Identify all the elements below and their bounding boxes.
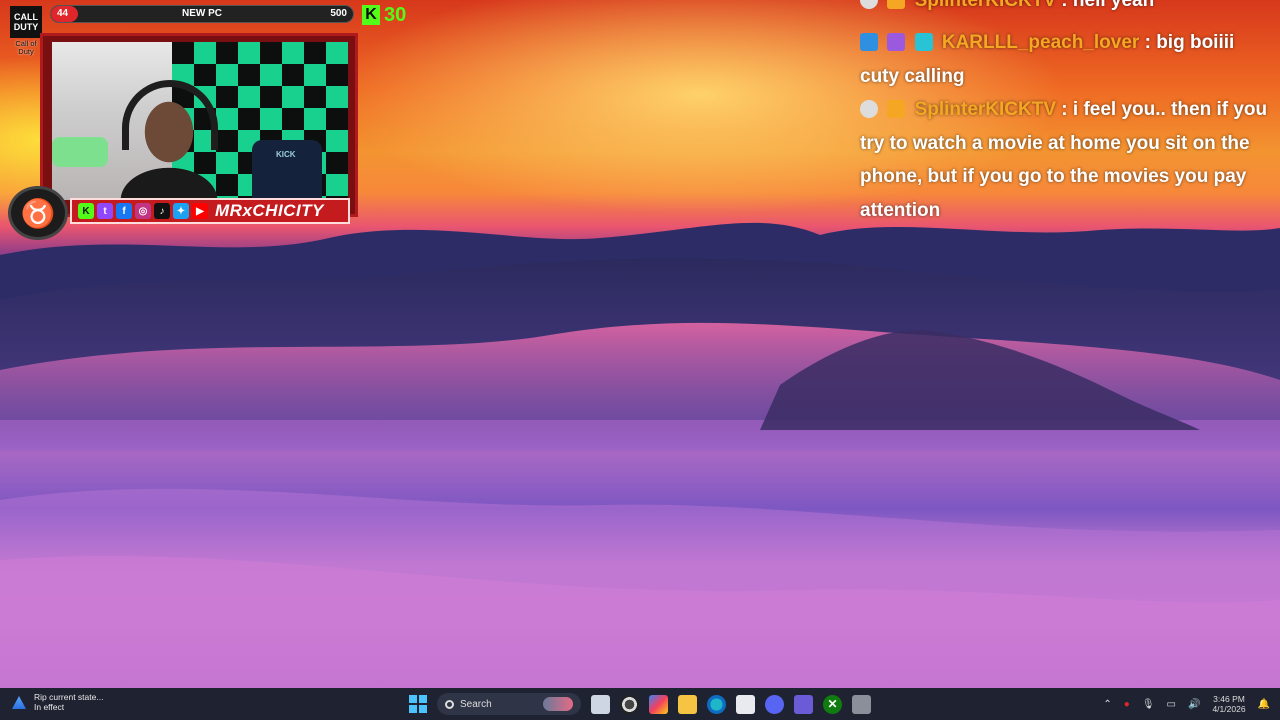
- network-icon[interactable]: ▭: [1167, 699, 1176, 710]
- goal-title: NEW PC: [182, 8, 222, 19]
- tray-app-icon[interactable]: ●: [1124, 699, 1130, 710]
- kick-follower-number: 30: [384, 3, 407, 26]
- donation-goal-bar: 44 NEW PC 500: [50, 5, 354, 23]
- chevron-up-icon[interactable]: ⌃: [1103, 699, 1111, 710]
- cod-logo-badge: CALL DUTY: [10, 6, 42, 38]
- weather-notification[interactable]: Rip current state... In effect: [12, 692, 103, 712]
- apps-grid-icon[interactable]: [794, 694, 813, 714]
- volume-icon[interactable]: 🔊: [1188, 699, 1200, 710]
- webcam-feed: KICK: [52, 42, 348, 200]
- obs-icon[interactable]: [620, 694, 639, 714]
- webcam-pillow: [52, 137, 108, 167]
- clock[interactable]: 3:46 PM 4/1/2026: [1212, 694, 1245, 714]
- edge-icon[interactable]: [707, 694, 726, 714]
- bull-logo-icon: ♉: [8, 186, 68, 240]
- webcam-chair-label: KICK: [276, 150, 296, 159]
- chat-badge-icon: [860, 100, 878, 118]
- kick-icon: K: [78, 203, 94, 219]
- chat-message: KARLLL_peach_lover : big boiiii cuty cal…: [860, 32, 1235, 87]
- windows-taskbar: Rip current state... In effect Search ✕ …: [0, 688, 1280, 720]
- search-icon: [445, 699, 454, 709]
- file-explorer-icon[interactable]: [678, 694, 697, 714]
- app-icon[interactable]: [852, 694, 871, 714]
- chat-message-list: KARLLL_peach_lover : big boiiii cuty cal…: [860, 26, 1272, 227]
- chat-message: SplinterKICKTV : i feel you.. then if yo…: [860, 99, 1268, 221]
- webcam-chair: [252, 140, 322, 200]
- clock-time: 3:46 PM: [1213, 694, 1245, 704]
- twitch-icon: t: [97, 203, 113, 219]
- streamer-name: MRxCHICITY: [215, 201, 324, 220]
- kick-follower-count: K 30: [362, 3, 406, 27]
- chat-message: SplinterKICKTV : hell yeah: [860, 0, 1154, 18]
- youtube-icon: ▶: [192, 203, 208, 219]
- chat-badge-icon: [860, 33, 878, 51]
- cod-logo-label: Call of Duty: [15, 39, 37, 56]
- chat-text: hell yeah: [1072, 0, 1155, 11]
- crown-badge-icon: [887, 100, 906, 118]
- streamer-name-banner: K t f ◎ ♪ ✦ ▶ MRxCHICITY: [70, 198, 350, 224]
- chat-badge-icon: [860, 0, 878, 9]
- system-tray: ⌃ ● 🎙 ▭ 🔊 3:46 PM 4/1/2026 🔔: [1103, 688, 1270, 720]
- og-badge-icon: [914, 33, 933, 51]
- clock-date: 4/1/2026: [1212, 704, 1246, 714]
- chat-username: SplinterKICKTV: [914, 99, 1057, 120]
- instagram-icon: ◎: [135, 203, 151, 219]
- task-view-icon[interactable]: [591, 694, 610, 714]
- call-of-duty-logo: CALL DUTY Call of Duty: [8, 6, 44, 60]
- notification-title: Rip current state...: [34, 692, 104, 702]
- microphone-icon[interactable]: 🎙: [1142, 699, 1155, 710]
- tiktok-icon: ♪: [154, 203, 170, 219]
- taskbar-search[interactable]: Search: [437, 693, 581, 715]
- warning-icon: [12, 696, 26, 709]
- microsoft-store-icon[interactable]: [736, 694, 755, 714]
- copilot-icon[interactable]: [649, 694, 668, 714]
- kick-logo-icon: K: [362, 5, 380, 25]
- xbox-icon[interactable]: ✕: [823, 694, 842, 714]
- crown-badge-icon: [887, 0, 906, 9]
- facebook-icon: f: [116, 203, 132, 219]
- chat-username: SplinterKICKTV: [914, 0, 1057, 11]
- search-placeholder: Search: [460, 698, 492, 710]
- sub-badge-icon: [887, 33, 906, 51]
- twitter-icon: ✦: [173, 203, 189, 219]
- discord-icon[interactable]: [765, 694, 784, 714]
- chat-username: KARLLL_peach_lover: [941, 32, 1140, 53]
- start-button[interactable]: [408, 694, 427, 714]
- notification-bell-icon[interactable]: 🔔: [1258, 699, 1270, 710]
- notification-subtitle: In effect: [34, 702, 65, 712]
- taskbar-apps: Search ✕: [408, 688, 871, 720]
- goal-target: 500: [330, 8, 347, 19]
- search-highlight-icon: [543, 697, 573, 711]
